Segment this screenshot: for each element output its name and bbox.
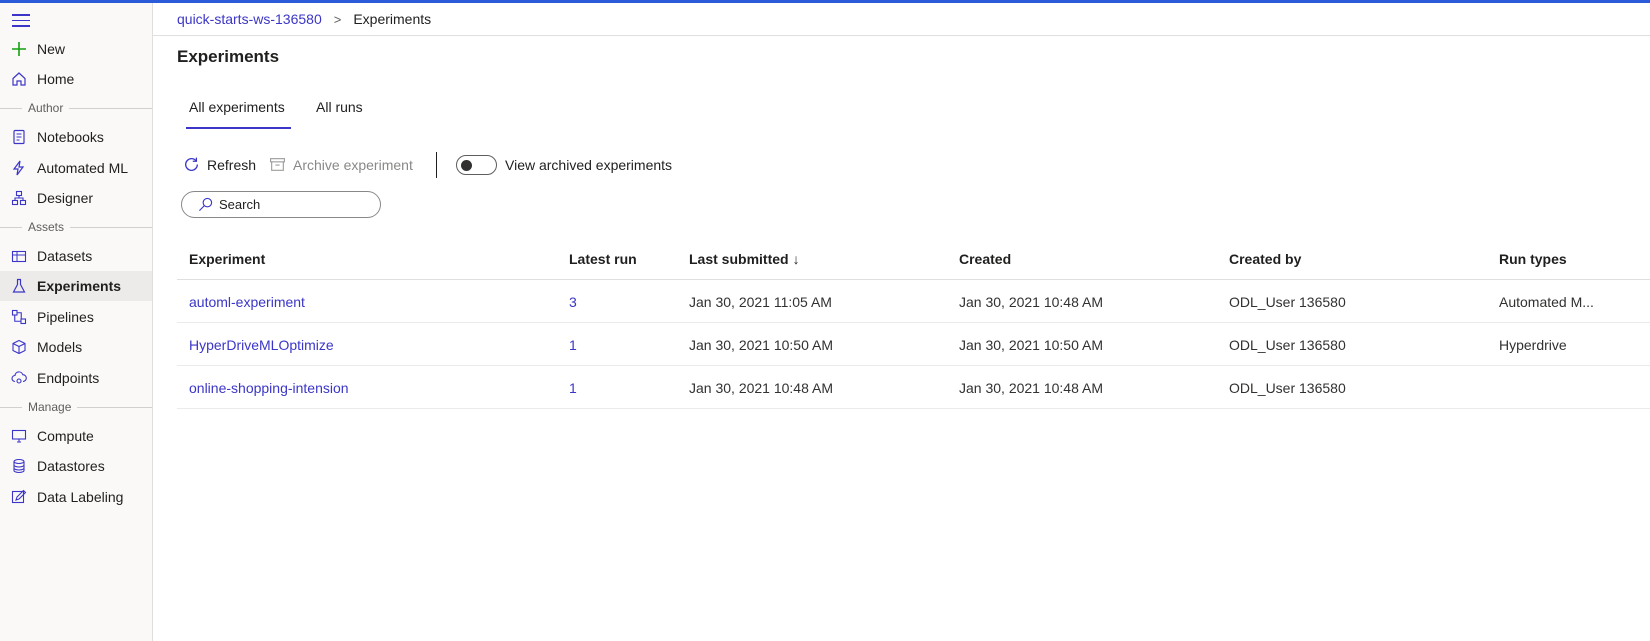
section-assets: Assets (0, 220, 152, 234)
page-title: Experiments (177, 47, 280, 66)
refresh-icon (185, 157, 198, 171)
search-box[interactable] (181, 191, 381, 218)
table-row[interactable]: online-shopping-intension 1 Jan 30, 2021… (177, 366, 1650, 409)
data-labeling-icon (11, 489, 27, 505)
search-input[interactable] (219, 197, 369, 212)
experiment-name-link[interactable]: automl-experiment (189, 294, 305, 310)
created-cell: Jan 30, 2021 10:48 AM (959, 294, 1103, 310)
table-row[interactable]: HyperDriveMLOptimize 1 Jan 30, 2021 10:5… (177, 323, 1650, 366)
breadcrumb-current: Experiments (353, 11, 432, 27)
chevron-right-icon: > (333, 11, 342, 27)
column-header-latest-run[interactable]: Latest run (569, 251, 637, 267)
search-icon (199, 197, 213, 211)
automl-icon (11, 160, 27, 176)
sidebar-item-label: Designer (37, 190, 94, 206)
tab-all-runs[interactable]: All runs (316, 99, 363, 115)
sidebar-item-label: New (37, 41, 66, 57)
archive-experiment-button[interactable]: Archive experiment (269, 156, 413, 173)
sidebar-item-endpoints[interactable]: Endpoints (0, 363, 152, 393)
table-row[interactable]: automl-experiment 3 Jan 30, 2021 11:05 A… (177, 280, 1650, 323)
plus-icon (11, 41, 27, 57)
sidebar-item-label: Models (37, 339, 83, 355)
column-header-run-types[interactable]: Run types (1499, 251, 1567, 267)
compute-icon (11, 428, 27, 444)
toggle-knob (461, 160, 472, 171)
sidebar-item-label: Experiments (37, 278, 122, 294)
datastores-icon (11, 458, 27, 474)
sidebar-item-label: Pipelines (37, 309, 94, 325)
datasets-icon (11, 248, 27, 264)
created-by-cell: ODL_User 136580 (1229, 337, 1346, 353)
sidebar-item-label: Automated ML (37, 160, 129, 176)
view-archived-label: View archived experiments (505, 157, 673, 173)
sidebar-item-label: Datastores (37, 458, 105, 474)
run-types-cell: Hyperdrive (1499, 337, 1567, 353)
models-icon (11, 339, 27, 355)
breadcrumb: quick-starts-ws-136580 > Experiments (153, 3, 1650, 36)
sidebar-item-compute[interactable]: Compute (0, 421, 152, 451)
sidebar-item-data-labeling[interactable]: Data Labeling (0, 482, 152, 512)
sidebar-item-datastores[interactable]: Datastores (0, 451, 152, 481)
notebook-icon (11, 129, 27, 145)
last-submitted-cell: Jan 30, 2021 10:48 AM (689, 380, 833, 396)
sidebar-item-notebooks[interactable]: Notebooks (0, 122, 152, 152)
refresh-label: Refresh (207, 156, 257, 173)
pipelines-icon (11, 309, 27, 325)
column-header-created-by[interactable]: Created by (1229, 251, 1301, 267)
sidebar-item-automated-ml[interactable]: Automated ML (0, 153, 152, 183)
endpoints-icon (11, 370, 27, 386)
section-manage: Manage (0, 400, 152, 414)
experiment-name-link[interactable]: online-shopping-intension (189, 380, 349, 396)
sidebar-item-new[interactable]: New (0, 34, 152, 64)
sidebar: New Home Author Notebooks Automated ML D… (0, 3, 153, 641)
home-icon (11, 71, 27, 87)
created-by-cell: ODL_User 136580 (1229, 380, 1346, 396)
archive-icon (270, 158, 285, 171)
experiment-name-link[interactable]: HyperDriveMLOptimize (189, 337, 334, 353)
column-header-created[interactable]: Created (959, 251, 1011, 267)
sidebar-item-designer[interactable]: Designer (0, 183, 152, 213)
last-submitted-cell: Jan 30, 2021 11:05 AM (689, 294, 832, 310)
table-header: Experiment Latest run Last submitted ↓ Cr… (177, 237, 1650, 280)
latest-run-link[interactable]: 3 (569, 294, 577, 310)
experiments-table: Experiment Latest run Last submitted ↓ Cr… (177, 237, 1650, 409)
created-cell: Jan 30, 2021 10:50 AM (959, 337, 1103, 353)
created-by-cell: ODL_User 136580 (1229, 294, 1346, 310)
toolbar-divider (436, 152, 437, 178)
sidebar-item-models[interactable]: Models (0, 332, 152, 362)
breadcrumb-workspace-link[interactable]: quick-starts-ws-136580 (177, 11, 322, 27)
sidebar-item-experiments[interactable]: Experiments (0, 271, 152, 301)
sidebar-item-label: Endpoints (37, 370, 100, 386)
column-header-last-submitted[interactable]: Last submitted ↓ (689, 251, 800, 267)
sidebar-item-label: Home (37, 71, 75, 87)
section-author: Author (0, 101, 152, 115)
sidebar-item-datasets[interactable]: Datasets (0, 241, 152, 271)
sort-descending-icon: ↓ (792, 251, 800, 267)
sidebar-item-pipelines[interactable]: Pipelines (0, 302, 152, 332)
view-archived-toggle[interactable] (456, 155, 497, 175)
latest-run-link[interactable]: 1 (569, 337, 577, 353)
sidebar-item-label: Data Labeling (37, 489, 124, 505)
designer-icon (11, 190, 27, 206)
sidebar-item-label: Notebooks (37, 129, 104, 145)
hamburger-menu-icon[interactable] (12, 14, 30, 28)
created-cell: Jan 30, 2021 10:48 AM (959, 380, 1103, 396)
tab-all-experiments[interactable]: All experiments (189, 99, 285, 115)
sidebar-item-label: Compute (37, 428, 94, 444)
run-types-cell: Automated M... (1499, 294, 1594, 310)
sidebar-item-label: Datasets (37, 248, 93, 264)
active-tab-indicator (186, 127, 291, 129)
column-header-experiment[interactable]: Experiment (189, 251, 265, 267)
last-submitted-cell: Jan 30, 2021 10:50 AM (689, 337, 833, 353)
flask-icon (11, 278, 27, 294)
archive-label: Archive experiment (293, 156, 413, 173)
latest-run-link[interactable]: 1 (569, 380, 577, 396)
refresh-button[interactable]: Refresh (183, 156, 256, 173)
sidebar-item-home[interactable]: Home (0, 64, 152, 94)
